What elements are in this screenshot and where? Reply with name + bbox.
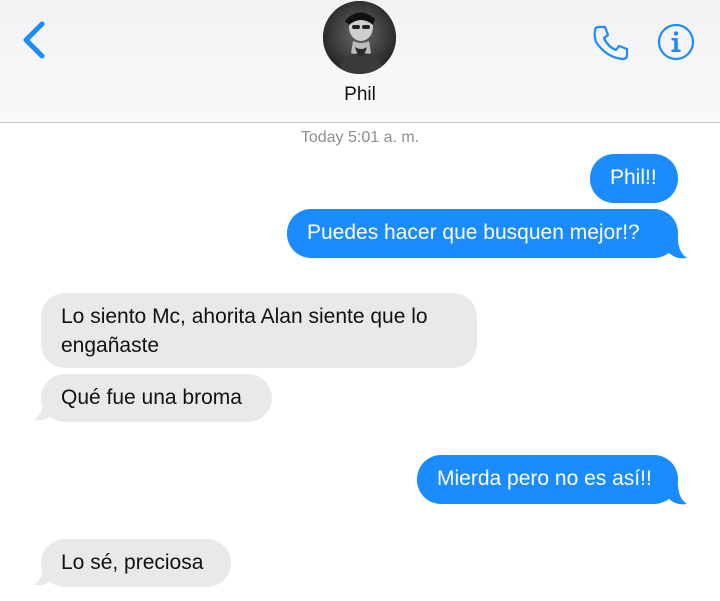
- outgoing-message-bubble[interactable]: Mierda pero no es así!!: [417, 455, 678, 504]
- bubble-tail: [668, 484, 687, 505]
- conversation-header: Phil: [0, 0, 720, 123]
- bubble-tail: [34, 565, 53, 586]
- back-button[interactable]: [18, 20, 52, 60]
- incoming-message-bubble[interactable]: Qué fue una broma: [41, 374, 272, 422]
- phone-icon: [593, 25, 629, 61]
- message-text: Lo sé, preciosa: [61, 551, 204, 574]
- message-text: Lo siento Mc, ahorita Alan siente que lo: [61, 305, 428, 328]
- outgoing-message-bubble[interactable]: Phil!!: [590, 154, 678, 203]
- message-text: engañaste: [61, 334, 160, 357]
- contact-avatar[interactable]: [323, 1, 396, 74]
- contact-name[interactable]: Phil: [0, 84, 720, 106]
- messages-screen: Phil Today 5:01 a. m. Phil!! Puedes hace…: [0, 0, 720, 601]
- call-button[interactable]: [590, 22, 632, 64]
- message-text: Mierda pero no es así!!: [437, 467, 652, 490]
- bubble-tail: [668, 238, 687, 259]
- bubble-tail: [34, 400, 53, 421]
- chevron-left-icon: [23, 21, 45, 59]
- conversation-timestamp: Today 5:01 a. m.: [300, 129, 420, 146]
- message-text: Phil!!: [610, 166, 657, 189]
- message-text: Puedes hacer que busquen mejor!?: [307, 221, 640, 244]
- info-button[interactable]: [656, 22, 696, 62]
- incoming-message-bubble[interactable]: Lo sé, preciosa: [41, 539, 231, 587]
- outgoing-message-bubble[interactable]: Puedes hacer que busquen mejor!?: [287, 209, 678, 258]
- info-icon: [657, 23, 695, 61]
- message-text: Qué fue una broma: [61, 386, 242, 409]
- incoming-message-bubble[interactable]: Lo siento Mc, ahorita Alan siente que lo…: [41, 293, 477, 368]
